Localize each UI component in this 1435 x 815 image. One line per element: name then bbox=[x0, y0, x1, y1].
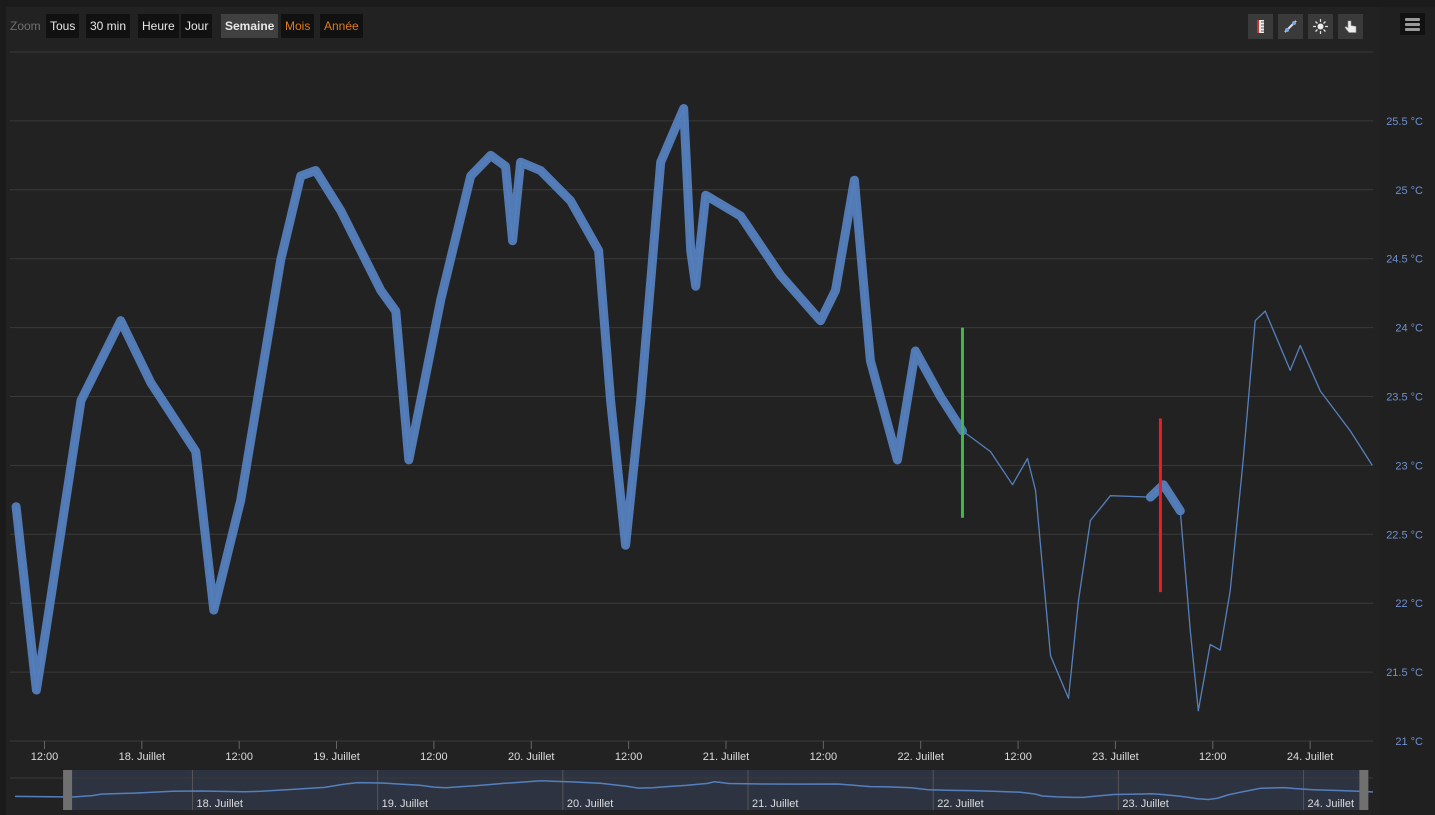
y-tick-label: 24 °C bbox=[1395, 323, 1423, 335]
x-tick-label: 12:00 bbox=[1199, 751, 1227, 763]
temperature-chart[interactable]: 21 °C 21.5 °C 22 °C 22.5 °C 23 °C 23.5 °C 24 °… bbox=[0, 0, 1435, 815]
y-tick-label: 24.5 °C bbox=[1386, 254, 1423, 266]
x-tick-label: 12:00 bbox=[1004, 751, 1032, 763]
series-noise-band bbox=[1145, 480, 1185, 516]
x-tick-label: 22. Juillet bbox=[897, 751, 943, 763]
x-tick-label: 12:00 bbox=[31, 751, 59, 763]
y-tick-label: 23 °C bbox=[1395, 460, 1423, 472]
navigator-handle-left[interactable] bbox=[63, 770, 73, 810]
y-tick-label: 22.5 °C bbox=[1386, 529, 1423, 541]
navigator-label: 24. Juillet bbox=[1308, 798, 1354, 810]
y-tick-label: 25 °C bbox=[1395, 185, 1423, 197]
x-tick-label: 12:00 bbox=[810, 751, 838, 763]
navigator-label: 23. Juillet bbox=[1122, 798, 1168, 810]
y-tick-label: 23.5 °C bbox=[1386, 392, 1423, 404]
x-tick-label: 20. Juillet bbox=[508, 751, 554, 763]
x-tick-label: 24. Juillet bbox=[1287, 751, 1333, 763]
y-tick-label: 25.5 °C bbox=[1386, 116, 1423, 128]
x-tick-label: 12:00 bbox=[225, 751, 253, 763]
navigator-label: 20. Juillet bbox=[567, 798, 613, 810]
navigator-label: 21. Juillet bbox=[752, 798, 798, 810]
navigator-selected-range bbox=[67, 770, 1364, 810]
navigator-label: 19. Juillet bbox=[382, 798, 428, 810]
x-tick-label: 21. Juillet bbox=[703, 751, 749, 763]
y-tick-label: 21.5 °C bbox=[1386, 667, 1423, 679]
navigator-label: 22. Juillet bbox=[937, 798, 983, 810]
x-tick-label: 23. Juillet bbox=[1092, 751, 1138, 763]
x-tick-label: 19. Juillet bbox=[313, 751, 359, 763]
x-tick-label: 18. Juillet bbox=[119, 751, 165, 763]
navigator-handle-right[interactable] bbox=[1359, 770, 1369, 810]
x-tick-label: 12:00 bbox=[615, 751, 643, 763]
y-tick-label: 21 °C bbox=[1395, 736, 1423, 748]
navigator-label: 18. Juillet bbox=[196, 798, 242, 810]
x-tick-label: 12:00 bbox=[420, 751, 448, 763]
y-tick-label: 22 °C bbox=[1395, 598, 1423, 610]
series-line bbox=[15, 107, 1373, 712]
